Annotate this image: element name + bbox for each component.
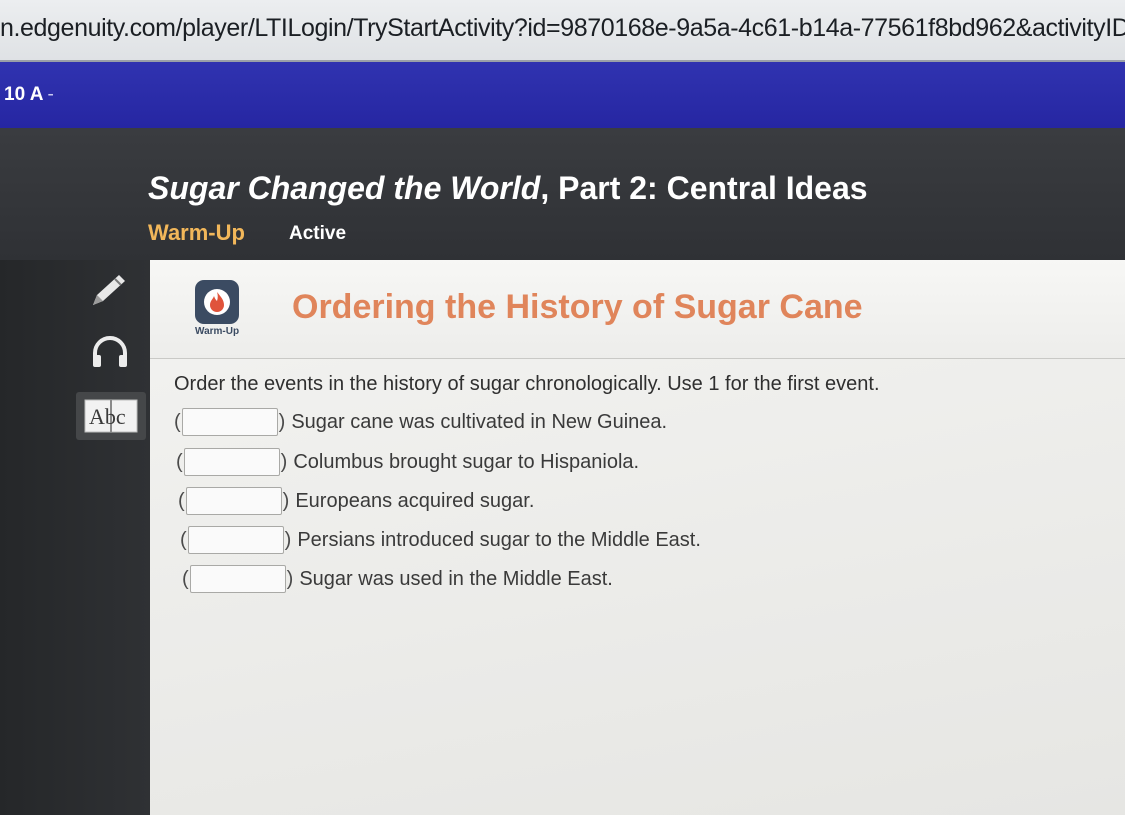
- paren-close: ): [284, 528, 292, 551]
- paren-open: (: [174, 410, 181, 433]
- activity-heading: Ordering the History of Sugar Cane: [292, 288, 863, 326]
- activity-header: Warm-Up Ordering the History of Sugar Ca…: [150, 260, 1125, 359]
- address-bar[interactable]: n.edgenuity.com/player/LTILogin/TryStart…: [0, 0, 1125, 62]
- lesson-title-italic: Sugar Changed the World: [148, 170, 541, 206]
- event-row: ( ) Sugar cane was cultivated in New Gui…: [174, 405, 667, 439]
- order-input-2[interactable]: [183, 448, 280, 476]
- headphones-tool-button[interactable]: [86, 330, 134, 374]
- warmup-caption: Warm-Up: [195, 326, 240, 337]
- event-row: ( ) Columbus brought sugar to Hispaniola…: [176, 445, 639, 479]
- order-input-3[interactable]: [185, 487, 282, 515]
- headphones-icon: [93, 336, 127, 367]
- event-row: ( ) Sugar was used in the Middle East.: [182, 562, 613, 596]
- activity-content: Warm-Up Ordering the History of Sugar Ca…: [150, 260, 1125, 815]
- course-bar: 10 A-: [0, 62, 1125, 128]
- paren-close: ): [280, 450, 288, 473]
- instructions: Order the events in the history of sugar…: [174, 373, 880, 395]
- event-row: ( ) Europeans acquired sugar.: [178, 484, 534, 518]
- order-input-4[interactable]: [187, 526, 284, 554]
- event-row: ( ) Persians introduced sugar to the Mid…: [180, 523, 701, 557]
- course-label[interactable]: 10 A-: [4, 84, 54, 106]
- lesson-title: Sugar Changed the World, Part 2: Central…: [148, 170, 868, 207]
- dictionary-icon: Abc: [84, 399, 138, 433]
- warmup-badge: [195, 280, 239, 324]
- dictionary-glyph: Abc: [89, 404, 126, 429]
- paren-open: (: [180, 528, 187, 551]
- paren-close: ): [282, 489, 290, 512]
- activity-status: Active: [289, 223, 347, 244]
- event-text: Sugar cane was cultivated in New Guinea.: [291, 410, 668, 433]
- pencil-tool-button[interactable]: [82, 268, 134, 314]
- url-text[interactable]: n.edgenuity.com/player/LTILogin/TryStart…: [0, 14, 1125, 43]
- paren-open: (: [182, 567, 189, 590]
- flame-icon: [204, 289, 230, 315]
- paren-close: ): [278, 410, 286, 433]
- event-text: Persians introduced sugar to the Middle …: [297, 528, 701, 551]
- event-text: Europeans acquired sugar.: [295, 489, 535, 512]
- course-name: 10 A: [4, 84, 44, 105]
- lesson-title-rest: , Part 2: Central Ideas: [540, 170, 868, 206]
- order-input-5[interactable]: [189, 565, 286, 593]
- paren-open: (: [176, 450, 183, 473]
- paren-open: (: [178, 489, 185, 512]
- event-text: Columbus brought sugar to Hispaniola.: [293, 450, 640, 473]
- dictionary-tool-button[interactable]: Abc: [76, 392, 146, 440]
- paren-close: ): [286, 567, 294, 590]
- pencil-icon: [93, 275, 125, 305]
- event-text: Sugar was used in the Middle East.: [299, 567, 613, 590]
- lesson-header: Sugar Changed the World, Part 2: Central…: [0, 128, 1125, 260]
- course-separator: -: [47, 84, 54, 105]
- order-input-1[interactable]: [181, 408, 278, 436]
- activity-name: Warm-Up: [148, 220, 245, 245]
